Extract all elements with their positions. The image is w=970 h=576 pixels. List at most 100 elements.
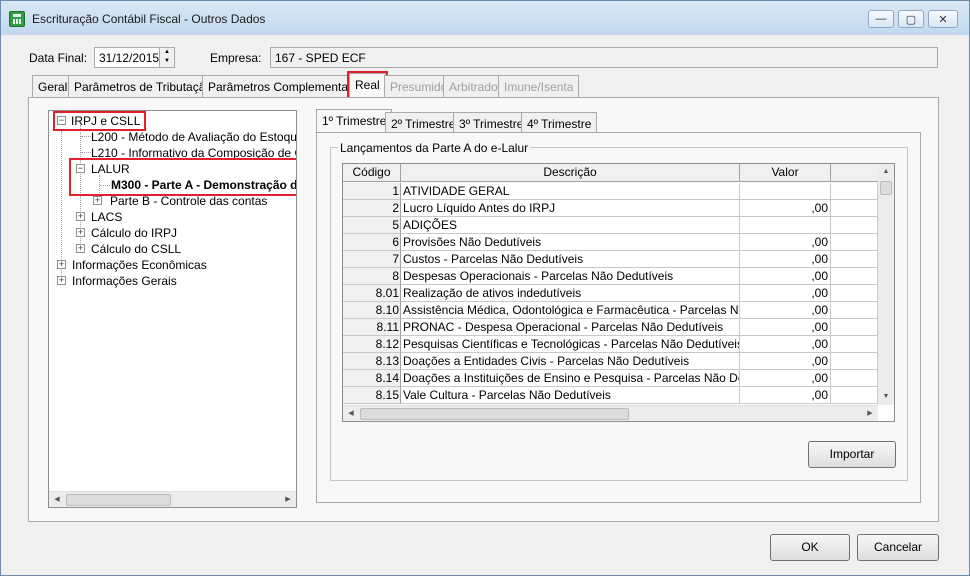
collapse-icon[interactable]: − [76,164,85,173]
cell-empty[interactable] [831,387,878,404]
scroll-right-icon[interactable]: ▶ [862,406,878,421]
cell-valor[interactable]: ,00 [740,353,831,370]
cell-codigo[interactable]: 8.10 [343,302,401,319]
tab-1-trimestre[interactable]: 1º Trimestre [316,109,393,133]
cell-codigo[interactable]: 8 [343,268,401,285]
tab-real[interactable]: Real [347,71,388,99]
cell-descricao[interactable]: Pesquisas Científicas e Tecnológicas - P… [401,336,740,353]
scroll-thumb[interactable] [880,181,892,195]
data-final-field[interactable]: 31/12/2015 [94,47,160,68]
scroll-thumb[interactable] [360,408,629,420]
scroll-left-icon[interactable]: ◀ [49,492,65,507]
column-header-descricao[interactable]: Descrição [401,164,740,182]
grid-horizontal-scrollbar[interactable]: ◀ ▶ [343,405,878,421]
cell-codigo[interactable]: 8.13 [343,353,401,370]
cell-descricao[interactable]: Realização de ativos indedutíveis [401,285,740,302]
cell-valor[interactable]: ,00 [740,319,831,336]
cell-valor[interactable]: ,00 [740,268,831,285]
expand-icon[interactable]: + [76,212,85,221]
cell-descricao[interactable]: Lucro Líquido Antes do IRPJ [401,200,740,217]
cell-valor[interactable]: ,00 [740,370,831,387]
cell-valor[interactable]: ,00 [740,251,831,268]
spin-down-icon[interactable]: ▼ [160,57,174,66]
table-row[interactable]: 8.10 Assistência Médica, Odontológica e F… [343,302,878,319]
cell-valor[interactable]: ,00 [740,234,831,251]
cell-empty[interactable] [831,183,878,200]
tree-item-l200[interactable]: L200 - Método de Avaliação do Estoque Fi… [91,129,296,145]
cell-valor[interactable]: ,00 [740,302,831,319]
cell-descricao[interactable]: Doações a Entidades Civis - Parcelas Não… [401,353,740,370]
table-row[interactable]: 6 Provisões Não Dedutíveis ,00 [343,234,878,251]
scroll-up-icon[interactable]: ▲ [878,164,894,180]
expand-icon[interactable]: + [76,244,85,253]
scroll-left-icon[interactable]: ◀ [343,406,359,421]
cell-codigo[interactable]: 1 [343,183,401,200]
table-row[interactable]: 8.14 Doações a Instituições de Ensino e P… [343,370,878,387]
table-row[interactable]: 7 Custos - Parcelas Não Dedutíveis ,00 [343,251,878,268]
table-row[interactable]: 8 Despesas Operacionais - Parcelas Não De… [343,268,878,285]
table-row[interactable]: 8.12 Pesquisas Científicas e Tecnológicas… [343,336,878,353]
cell-empty[interactable] [831,336,878,353]
tree-item-parte-b[interactable]: + Parte B - Controle das contas [93,193,267,209]
cell-descricao[interactable]: ADIÇÕES [401,217,740,234]
tree-item-calculo-csll[interactable]: + Cálculo do CSLL [74,241,181,257]
cell-codigo[interactable]: 8.01 [343,285,401,302]
collapse-icon[interactable]: − [57,116,66,125]
cell-empty[interactable] [831,268,878,285]
navigation-tree[interactable]: − IRPJ e CSLL L200 - Método de Avaliação… [48,110,297,508]
cell-empty[interactable] [831,234,878,251]
title-bar[interactable]: Escrituração Contábil Fiscal - Outros Da… [1,1,969,35]
cell-empty[interactable] [831,370,878,387]
cell-descricao[interactable]: ATIVIDADE GERAL [401,183,740,200]
minimize-button[interactable]: — [868,10,894,28]
importar-button[interactable]: Importar [808,441,896,468]
tab-parametros-complementares[interactable]: Parâmetros Complementares [202,75,371,97]
close-button[interactable]: ✕ [928,10,958,28]
tab-3-trimestre[interactable]: 3º Trimestre [453,112,530,133]
cell-empty[interactable] [831,217,878,234]
tree-item-calculo-irpj[interactable]: + Cálculo do IRPJ [74,225,177,241]
table-row[interactable]: 2 Lucro Líquido Antes do IRPJ ,00 [343,200,878,217]
table-row[interactable]: 8.01 Realização de ativos indedutíveis ,00 [343,285,878,302]
cell-codigo[interactable]: 7 [343,251,401,268]
tree-item-informacoes-economicas[interactable]: + Informações Econômicas [55,257,207,273]
expand-icon[interactable]: + [93,196,102,205]
cell-codigo[interactable]: 8.11 [343,319,401,336]
tree-horizontal-scrollbar[interactable]: ◀ ▶ [49,491,296,507]
tab-4-trimestre[interactable]: 4º Trimestre [521,112,598,133]
table-row[interactable]: 5 ADIÇÕES [343,217,878,234]
cell-codigo[interactable]: 8.15 [343,387,401,404]
cell-descricao[interactable]: PRONAC - Despesa Operacional - Parcelas … [401,319,740,336]
cell-empty[interactable] [831,251,878,268]
cell-valor[interactable]: ,00 [740,285,831,302]
table-row[interactable]: 8.13 Doações a Entidades Civis - Parcelas… [343,353,878,370]
scroll-right-icon[interactable]: ▶ [280,492,296,507]
table-row[interactable]: 1 ATIVIDADE GERAL [343,183,878,200]
expand-icon[interactable]: + [57,260,66,269]
tree-item-m300[interactable]: M300 - Parte A - Demonstração do Lucro R… [111,177,296,193]
cell-descricao[interactable]: Provisões Não Dedutíveis [401,234,740,251]
cell-empty[interactable] [831,302,878,319]
tree-item-lacs[interactable]: + LACS [74,209,122,225]
column-header-codigo[interactable]: Código [343,164,401,182]
tree-item-l210[interactable]: L210 - Informativo da Composição de Cust… [91,145,296,161]
cell-valor[interactable]: ,00 [740,200,831,217]
column-header-valor[interactable]: Valor [740,164,831,182]
expand-icon[interactable]: + [76,228,85,237]
lancamentos-grid[interactable]: Código Descrição Valor 1 ATIVIDADE GERAL 2… [342,163,895,422]
cell-empty[interactable] [831,353,878,370]
expand-icon[interactable]: + [57,276,66,285]
tab-2-trimestre[interactable]: 2º Trimestre [385,112,462,133]
scroll-thumb[interactable] [66,494,171,506]
ok-button[interactable]: OK [770,534,850,561]
table-row[interactable]: 8.11 PRONAC - Despesa Operacional - Parce… [343,319,878,336]
date-spinner[interactable]: ▲ ▼ [159,47,175,68]
tree-item-irpj-csll[interactable]: − IRPJ e CSLL [52,111,147,131]
cell-descricao[interactable]: Doações a Instituições de Ensino e Pesqu… [401,370,740,387]
cell-codigo[interactable]: 6 [343,234,401,251]
grid-vertical-scrollbar[interactable]: ▲ ▼ [878,164,894,405]
tree-item-lalur[interactable]: − LALUR [74,161,130,177]
maximize-button[interactable]: ▢ [898,10,924,28]
cell-codigo[interactable]: 8.14 [343,370,401,387]
spin-up-icon[interactable]: ▲ [160,48,174,57]
